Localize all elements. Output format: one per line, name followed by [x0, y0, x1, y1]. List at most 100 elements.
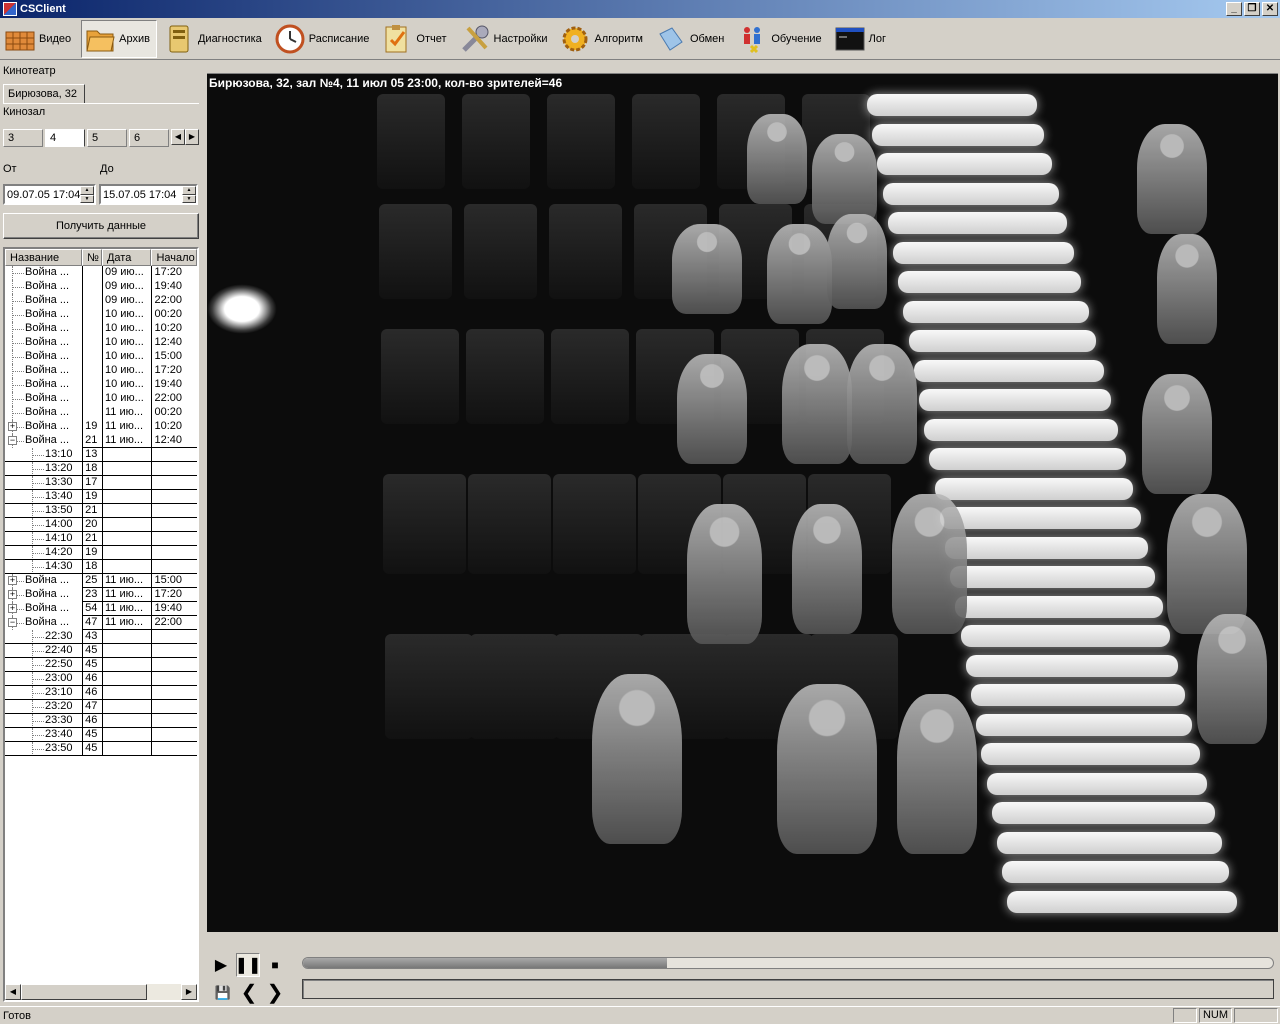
tree-session-row[interactable]: Война ... 10 ию... 10:20	[5, 322, 197, 336]
tree-session-row[interactable]: Война ... 09 ию... 22:00	[5, 294, 197, 308]
sessions-tree[interactable]: Название № Дата Начало Война ... 09 ию...…	[3, 247, 199, 1002]
video-stair-light	[981, 743, 1200, 765]
toolbar-button-8[interactable]: Обучение	[734, 20, 827, 58]
tree-session-row[interactable]: Война ... 10 ию... 12:40	[5, 336, 197, 350]
tree-child-row[interactable]: 13:10 13	[5, 448, 197, 462]
tree-child-row[interactable]: 23:00 46	[5, 672, 197, 686]
toolbar-button-0[interactable]: Видео	[2, 20, 77, 58]
row-name: 23:50	[45, 742, 73, 754]
tree-child-row[interactable]: 14:30 18	[5, 560, 197, 574]
col-name[interactable]: Название	[5, 249, 83, 266]
tree-child-row[interactable]: 14:00 20	[5, 518, 197, 532]
save-icon[interactable]: 💾	[211, 981, 235, 1005]
tab-cinema[interactable]: Бирюзова, 32	[3, 84, 85, 104]
row-date: 11 ию...	[101, 434, 152, 448]
collapse-icon[interactable]: −	[8, 436, 17, 445]
tree-child-row[interactable]: 23:50 45	[5, 742, 197, 756]
scroll-right-icon[interactable]: ▶	[181, 984, 197, 1000]
tree-session-row[interactable]: Война ... 09 ию... 17:20	[5, 266, 197, 280]
tree-session-row[interactable]: Война ... 09 ию... 19:40	[5, 280, 197, 294]
minimize-button[interactable]: _	[1226, 2, 1242, 16]
tree-horizontal-scrollbar[interactable]: ◀ ▶	[5, 984, 197, 1000]
row-name: 23:30	[45, 714, 73, 726]
secondary-track[interactable]	[302, 979, 1274, 999]
video-stair-light	[950, 566, 1156, 588]
play-icon[interactable]: ▶	[209, 953, 233, 977]
tree-session-row[interactable]: − Война ... 21 11 ию... 12:40	[5, 434, 197, 448]
toolbar-button-1[interactable]: Архив	[81, 19, 157, 58]
tree-child-row[interactable]: 14:10 21	[5, 532, 197, 546]
scroll-left-icon[interactable]: ◀	[5, 984, 21, 1000]
toolbar-button-9[interactable]: Лог	[832, 20, 892, 58]
expand-icon[interactable]: +	[8, 576, 17, 585]
tab-hall-4[interactable]: 4	[45, 129, 85, 147]
tab-hall-3[interactable]: 3	[3, 129, 43, 147]
tree-session-row[interactable]: + Война ... 25 11 ию... 15:00	[5, 574, 197, 588]
tree-session-row[interactable]: + Война ... 54 11 ию... 19:40	[5, 602, 197, 616]
stop-icon[interactable]: ■	[263, 953, 287, 977]
tab-hall-6[interactable]: 6	[129, 129, 169, 147]
collapse-icon[interactable]: −	[8, 618, 17, 627]
tree-session-row[interactable]: Война ... 10 ию... 15:00	[5, 350, 197, 364]
get-data-button[interactable]: Получить данные	[3, 213, 199, 239]
tree-child-row[interactable]: 23:20 47	[5, 700, 197, 714]
col-date[interactable]: Дата	[101, 249, 152, 266]
from-datetime-field[interactable]: 09.07.05 17:04 ▲ ▼	[3, 184, 96, 205]
previous-icon[interactable]: ❮	[237, 980, 261, 1004]
row-start	[151, 462, 197, 476]
cell-name: Война ...	[5, 350, 82, 364]
tree-child-row[interactable]: 13:50 21	[5, 504, 197, 518]
to-spinner[interactable]: ▲ ▼	[182, 186, 196, 203]
from-spinner[interactable]: ▲ ▼	[80, 186, 94, 203]
video-stair-light	[986, 772, 1208, 795]
tree-session-row[interactable]: Война ... 10 ию... 00:20	[5, 308, 197, 322]
tabs-scroll-left-icon[interactable]: ◀	[171, 129, 185, 145]
row-start	[151, 742, 197, 756]
row-start: 17:20	[151, 266, 197, 280]
tree-child-row[interactable]: 23:40 45	[5, 728, 197, 742]
toolbar-button-7[interactable]: Обмен	[653, 20, 730, 58]
toolbar-button-4[interactable]: Отчет	[379, 20, 452, 58]
tree-child-row[interactable]: 23:10 46	[5, 686, 197, 700]
expand-icon[interactable]: +	[8, 422, 17, 431]
from-label: От	[3, 163, 17, 175]
toolbar-button-6[interactable]: Алгоритм	[557, 20, 649, 58]
tree-session-row[interactable]: Война ... 10 ию... 17:20	[5, 364, 197, 378]
scroll-thumb[interactable]	[21, 984, 147, 1000]
tree-child-row[interactable]: 22:30 43	[5, 630, 197, 644]
restore-button[interactable]: ❐	[1244, 2, 1260, 16]
tree-session-row[interactable]: Война ... 10 ию... 19:40	[5, 378, 197, 392]
tree-session-row[interactable]: Война ... 11 ию... 00:20	[5, 406, 197, 420]
tree-child-row[interactable]: 22:50 45	[5, 658, 197, 672]
video-stair-light	[945, 536, 1148, 559]
tree-child-row[interactable]: 13:30 17	[5, 476, 197, 490]
tree-session-row[interactable]: + Война ... 19 11 ию... 10:20	[5, 420, 197, 434]
next-icon[interactable]: ❯	[263, 980, 287, 1004]
expand-icon[interactable]: +	[8, 604, 17, 613]
close-button[interactable]: ✕	[1262, 2, 1278, 16]
row-start	[151, 644, 197, 658]
col-start[interactable]: Начало	[151, 249, 197, 266]
col-number[interactable]: №	[82, 249, 102, 266]
tree-child-row[interactable]: 13:20 18	[5, 462, 197, 476]
video-frame[interactable]: Бирюзова, 32, зал №4, 11 июл 05 23:00, к…	[207, 73, 1278, 932]
row-start: 22:00	[151, 392, 197, 406]
tab-hall-5[interactable]: 5	[87, 129, 127, 147]
tree-branch	[32, 679, 44, 680]
toolbar-button-5[interactable]: Настройки	[457, 20, 554, 58]
toolbar-button-2[interactable]: Диагностика	[161, 20, 268, 58]
tree-session-row[interactable]: Война ... 10 ию... 22:00	[5, 392, 197, 406]
tree-child-row[interactable]: 14:20 19	[5, 546, 197, 560]
tree-session-row[interactable]: + Война ... 23 11 ию... 17:20	[5, 588, 197, 602]
tree-branch	[12, 273, 24, 274]
playback-progress[interactable]	[302, 957, 1274, 969]
toolbar-button-3[interactable]: Расписание	[272, 20, 376, 58]
to-datetime-field[interactable]: 15.07.05 17:04 ▲ ▼	[99, 184, 198, 205]
pause-icon[interactable]: ❚❚	[235, 953, 261, 977]
expand-icon[interactable]: +	[8, 590, 17, 599]
tabs-scroll-right-icon[interactable]: ▶	[185, 129, 199, 145]
tree-child-row[interactable]: 13:40 19	[5, 490, 197, 504]
tree-child-row[interactable]: 22:40 45	[5, 644, 197, 658]
tree-session-row[interactable]: − Война ... 47 11 ию... 22:00	[5, 616, 197, 630]
tree-child-row[interactable]: 23:30 46	[5, 714, 197, 728]
